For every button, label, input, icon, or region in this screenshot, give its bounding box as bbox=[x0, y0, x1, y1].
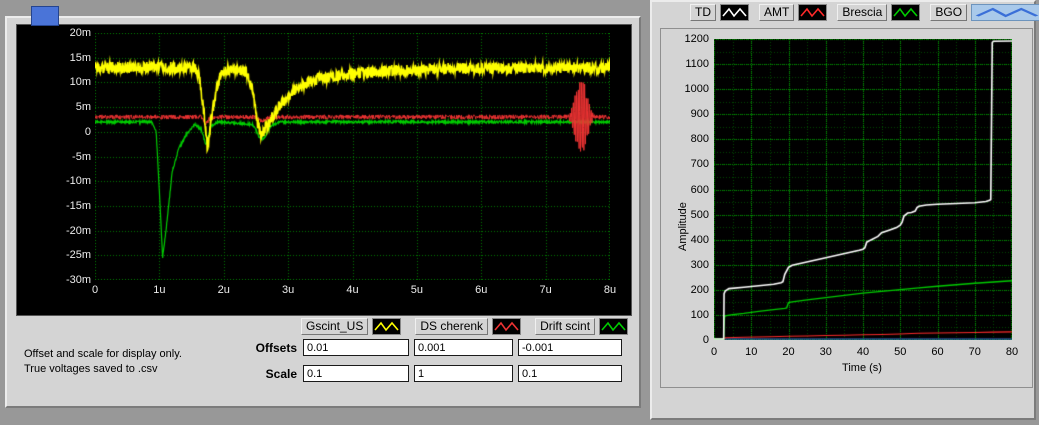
legend-plot-icon[interactable] bbox=[798, 4, 828, 21]
legend-plot-icon[interactable] bbox=[971, 4, 1039, 21]
note-line-1: Offset and scale for display only. bbox=[24, 348, 182, 360]
tick-label: 20 bbox=[782, 346, 795, 358]
tick-label: 15m bbox=[69, 51, 91, 64]
tick-label: 20m bbox=[69, 27, 91, 39]
legend-label: DS cherenk bbox=[415, 318, 489, 335]
tick-label: 10 bbox=[745, 346, 758, 358]
legend-plot-icon[interactable] bbox=[372, 318, 402, 335]
tick-label: -15m bbox=[65, 199, 91, 212]
window-chip bbox=[31, 6, 59, 26]
legend-label: Brescia bbox=[837, 4, 888, 21]
waveform-graph: 20m 15m 10m 5m 0 -5m -10m -15m -20m -25m -30m 0 1u 2… bbox=[16, 24, 632, 316]
note-text: Offset and scale for display only. True … bbox=[24, 347, 182, 377]
legend-label: Gscint_US bbox=[301, 318, 369, 335]
tick-label: 40 bbox=[856, 346, 870, 358]
tick-label: 0 bbox=[710, 346, 718, 358]
tick-label: 80 bbox=[1005, 346, 1019, 358]
amplitude-plot-canvas bbox=[714, 39, 1012, 340]
tick-label: 7u bbox=[539, 284, 552, 296]
tick-label: 2u bbox=[217, 284, 230, 296]
tick-label: 0 bbox=[91, 284, 99, 296]
legend-label: BGO bbox=[930, 4, 968, 21]
tick-label: 5u bbox=[410, 284, 423, 296]
tick-label: 700 bbox=[690, 158, 709, 171]
legend-item-amt[interactable]: AMT bbox=[759, 4, 828, 21]
legend-item-brescia[interactable]: Brescia bbox=[837, 4, 921, 21]
tick-label: 1000 bbox=[684, 83, 709, 96]
legend-plot-icon[interactable] bbox=[492, 318, 522, 335]
tick-label: -20m bbox=[65, 224, 91, 237]
tick-label: 800 bbox=[690, 133, 709, 146]
offset-input-3[interactable] bbox=[518, 339, 622, 356]
tick-label: 0 bbox=[702, 334, 709, 346]
waveform-legend: Gscint_US DS cherenk Drift scint bbox=[301, 318, 629, 335]
offset-input-1[interactable] bbox=[303, 339, 409, 356]
waveform-plot-canvas bbox=[95, 33, 610, 280]
tick-label: -5m bbox=[72, 150, 91, 163]
legend-label: Drift scint bbox=[535, 318, 596, 335]
tick-label: 200 bbox=[690, 283, 709, 296]
tick-label: 600 bbox=[690, 183, 709, 196]
y-axis-title: Amplitude bbox=[677, 202, 689, 251]
legend-plot-icon[interactable] bbox=[720, 4, 749, 21]
scale-input-1[interactable] bbox=[303, 365, 409, 382]
tick-label: 1200 bbox=[684, 33, 709, 45]
legend-label: TD bbox=[690, 4, 716, 21]
tick-label: 4u bbox=[346, 284, 359, 296]
legend-item-bgo[interactable]: BGO bbox=[930, 4, 1039, 21]
tick-label: 8u bbox=[603, 284, 617, 296]
tick-label: -10m bbox=[65, 175, 91, 188]
tick-label: 60 bbox=[931, 346, 944, 358]
legend-label: AMT bbox=[759, 4, 795, 21]
right-panel: TD AMT Brescia BGO 1200 1100 1000 900 800 700 600… bbox=[650, 0, 1039, 420]
left-panel: 20m 15m 10m 5m 0 -5m -10m -15m -20m -25m -30m 0 1u 2… bbox=[5, 16, 641, 408]
tick-label: 3u bbox=[282, 284, 295, 296]
tick-label: 100 bbox=[690, 308, 709, 321]
tick-label: 70 bbox=[968, 346, 981, 358]
tick-label: 1u bbox=[153, 284, 166, 296]
tick-label: 1100 bbox=[685, 58, 709, 71]
legend-plot-icon[interactable] bbox=[599, 318, 629, 335]
legend-plot-icon[interactable] bbox=[891, 4, 921, 21]
tick-label: 5m bbox=[75, 101, 91, 114]
note-line-2: True voltages saved to .csv bbox=[24, 363, 158, 375]
tick-label: 0 bbox=[84, 125, 91, 138]
legend-item-drift-scint[interactable]: Drift scint bbox=[535, 318, 629, 335]
x-axis-title: Time (s) bbox=[842, 362, 882, 374]
amplitude-chart: 1200 1100 1000 900 800 700 600 500 400 300 200 100 0… bbox=[660, 28, 1033, 388]
scale-input-3[interactable] bbox=[518, 365, 622, 382]
legend-item-ds-cherenk[interactable]: DS cherenk bbox=[415, 318, 522, 335]
tick-label: 6u bbox=[475, 284, 488, 296]
legend-item-td[interactable]: TD bbox=[690, 4, 749, 21]
legend-item-gscint-us[interactable]: Gscint_US bbox=[301, 318, 402, 335]
offset-input-2[interactable] bbox=[414, 339, 513, 356]
scale-input-2[interactable] bbox=[414, 365, 513, 382]
tick-label: 300 bbox=[690, 258, 709, 271]
tick-label: 50 bbox=[894, 346, 907, 358]
chart-legend: TD AMT Brescia BGO bbox=[690, 4, 1039, 21]
tick-label: 10m bbox=[69, 76, 91, 89]
tick-label: 30 bbox=[819, 346, 832, 358]
tick-label: 900 bbox=[690, 108, 709, 121]
tick-label: -25m bbox=[65, 249, 91, 262]
